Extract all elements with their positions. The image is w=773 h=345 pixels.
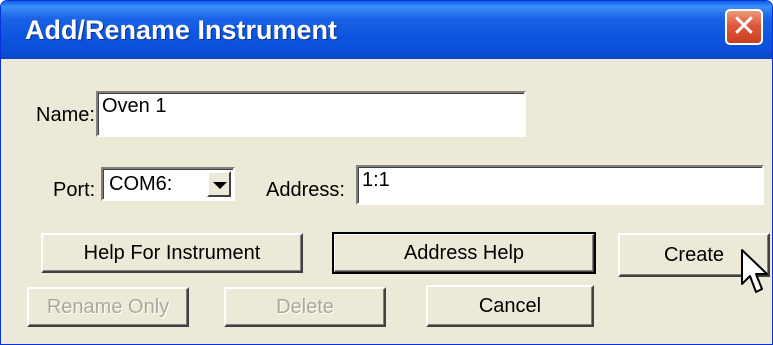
add-rename-instrument-dialog: Add/Rename Instrument ✕ Name: Oven 1 Por… <box>0 0 773 345</box>
help-for-instrument-button[interactable]: Help For Instrument <box>41 233 303 273</box>
address-label: Address: <box>266 179 345 201</box>
port-dropdown-button[interactable] <box>207 171 231 197</box>
port-select-value: COM6: <box>109 173 173 195</box>
mouse-pointer-icon <box>741 249 768 293</box>
name-field[interactable]: Oven 1 <box>96 91 526 137</box>
title-bar[interactable]: Add/Rename Instrument ✕ <box>1 1 772 59</box>
address-help-button[interactable]: Address Help <box>332 232 596 274</box>
delete-button[interactable]: Delete <box>224 287 386 327</box>
cancel-button[interactable]: Cancel <box>426 285 594 327</box>
window-title: Add/Rename Instrument <box>25 15 338 45</box>
address-field[interactable]: 1:1 <box>356 165 764 205</box>
name-label: Name: <box>36 104 95 126</box>
chevron-down-icon <box>213 182 227 189</box>
dialog-body: Name: Oven 1 Port: COM6: Address: 1:1 He… <box>1 59 772 344</box>
close-icon: ✕ <box>731 9 757 44</box>
rename-only-button[interactable]: Rename Only <box>27 287 189 327</box>
port-select[interactable]: COM6: <box>101 167 235 201</box>
port-label: Port: <box>53 179 96 201</box>
close-button[interactable]: ✕ <box>725 9 763 45</box>
